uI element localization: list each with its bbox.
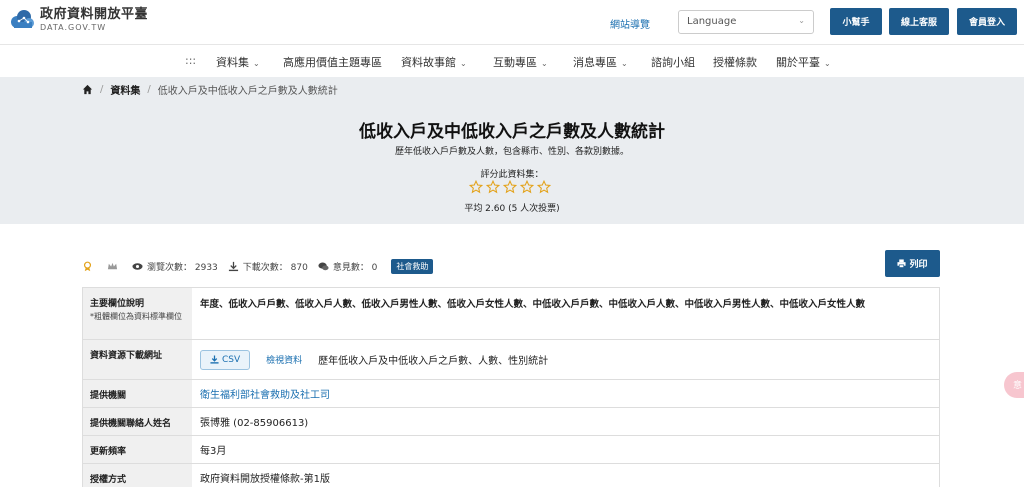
nav-item-label: 高應用價值主題專區 [283, 56, 382, 69]
download-icon [228, 261, 238, 271]
star-icon[interactable] [486, 180, 500, 194]
row-cell: CSV 檢視資料 歷年低收入戶及中低收入戶之戶數、人數、性別統計 [192, 340, 940, 379]
printer-icon [897, 259, 907, 268]
fields-note: *粗體欄位為資料標準欄位 [90, 312, 182, 321]
dataset-info-table: 主要欄位說明 *粗體欄位為資料標準欄位 年度、低收入戶戶數、低收入戶人數、低收入… [82, 287, 940, 487]
row-header: 主要欄位說明 *粗體欄位為資料標準欄位 [82, 288, 192, 339]
breadcrumb-separator: / [100, 84, 104, 95]
chevron-down-icon: ⌄ [621, 59, 628, 68]
cloud-logo-icon [11, 10, 34, 28]
site-logo[interactable]: 政府資料開放平臺 DATA.GOV.TW [8, 6, 148, 34]
chevron-down-icon: ⌄ [541, 59, 548, 68]
menu-grid-icon[interactable]: ::: [185, 54, 196, 67]
member-login-button[interactable]: 會員登入 [957, 8, 1017, 35]
download-icon [210, 355, 219, 364]
chevron-down-icon: ⌄ [798, 16, 805, 25]
provider-header: 提供機關 [82, 380, 192, 407]
online-service-button[interactable]: 線上客服 [889, 8, 949, 35]
provider-link[interactable]: 衛生福利部社會救助及社工司 [200, 386, 330, 401]
nav-item-label: 關於平臺 [776, 56, 820, 69]
table-row: 主要欄位說明 *粗體欄位為資料標準欄位 年度、低收入戶戶數、低收入戶人數、低收入… [82, 288, 940, 340]
comments-icon [318, 262, 329, 270]
print-label: 列印 [909, 260, 928, 270]
dataset-description: 歷年低收入戶戶數及人數，包含縣市、性別、各款別數據。 [394, 147, 629, 157]
download-description: 歷年低收入戶及中低收入戶之戶數、人數、性別統計 [318, 356, 549, 367]
helper-button[interactable]: 小幫手 [830, 8, 882, 35]
fields-header: 主要欄位說明 [90, 299, 145, 309]
nav-item-label: 諮詢小組 [651, 56, 695, 69]
table-row: 更新頻率 每3月 [82, 436, 940, 464]
sitemap-link[interactable]: 網站導覽 [610, 16, 650, 31]
nav-item-license[interactable]: 授權條款 [713, 54, 757, 70]
rating-average: 平均 2.60 (5 人次投票) [464, 204, 560, 214]
nav-item-label: 資料故事館 [401, 56, 456, 69]
nav-item-label: 互動專區 [493, 56, 537, 69]
breadcrumb-separator: / [147, 84, 151, 95]
csv-label: CSV [222, 354, 241, 365]
table-row: 資料資源下載網址 CSV 檢視資料 歷年低收入戶及中低收入戶之戶數、人數、性別統… [82, 340, 940, 380]
row-cell: 衛生福利部社會救助及社工司 [192, 380, 940, 407]
dataset-stats: 瀏覽次數： 2933 下載次數： 870 意見數： 0 社會救助 [82, 258, 434, 274]
download-header: 資料資源下載網址 [82, 340, 192, 379]
print-button[interactable]: 列印 [885, 250, 940, 277]
nav-item-news[interactable]: 消息專區 ⌄ [573, 54, 628, 70]
crown-icon [107, 262, 118, 269]
logo-title: 政府資料開放平臺 [40, 7, 149, 22]
nav-item-datasets[interactable]: 資料集 ⌄ [216, 54, 260, 70]
category-tag[interactable]: 社會救助 [391, 258, 434, 274]
license-value: 政府資料開放授權條款-第1版 [192, 464, 940, 487]
view-count: 瀏覽次數： 2933 [147, 262, 218, 273]
language-select-value: Language [687, 16, 737, 27]
frequency-header: 更新頻率 [82, 436, 192, 463]
nav-item-label: 消息專區 [573, 56, 617, 69]
star-icon[interactable] [469, 180, 483, 194]
nav-item-label: 授權條款 [713, 56, 757, 69]
breadcrumb-current: 低收入戶及中低收入戶之戶數及人數統計 [157, 86, 338, 97]
breadcrumb: / 資料集 / 低收入戶及中低收入戶之戶數及人數統計 [82, 82, 338, 97]
nav-item-data-stories[interactable]: 資料故事館 ⌄ [401, 54, 467, 70]
site-header: 政府資料開放平臺 DATA.GOV.TW 網站導覽 Language ⌄ 小幫手… [0, 0, 1024, 44]
rating-stars [469, 180, 554, 194]
contact-header: 提供機關聯絡人姓名 [82, 408, 192, 435]
preview-data-link[interactable]: 檢視資料 [266, 353, 302, 366]
frequency-value: 每3月 [192, 436, 940, 463]
chevron-down-icon: ⌄ [460, 59, 467, 68]
nav-item-interactive[interactable]: 互動專區 ⌄ [493, 54, 548, 70]
table-row: 提供機關聯絡人姓名 張博雅 (02-85906613) [82, 408, 940, 436]
nav-item-advisory[interactable]: 諮詢小組 [651, 54, 695, 70]
comment-count: 意見數： 0 [332, 262, 378, 273]
star-icon[interactable] [503, 180, 517, 194]
license-header: 授權方式 [82, 464, 192, 487]
chevron-down-icon: ⌄ [824, 59, 831, 68]
star-icon[interactable] [520, 180, 534, 194]
main-nav: ::: 資料集 ⌄ 高應用價值主題專區 資料故事館 ⌄ 互動專區 ⌄ 消息專區 ⌄ 諮詢… [0, 44, 1024, 77]
feedback-tab[interactable]: 意 [1004, 372, 1024, 398]
nav-item-label: 資料集 [216, 56, 249, 69]
dataset-hero: / 資料集 / 低收入戶及中低收入戶之戶數及人數統計 低收入戶及中低收入戶之戶數… [0, 77, 1024, 224]
logo-subtitle: DATA.GOV.TW [40, 23, 107, 32]
breadcrumb-datasets[interactable]: 資料集 [110, 82, 140, 97]
home-icon[interactable] [82, 84, 93, 95]
nav-item-about[interactable]: 關於平臺 ⌄ [776, 54, 831, 70]
table-row: 提供機關 衛生福利部社會救助及社工司 [82, 380, 940, 408]
language-select[interactable]: Language ⌄ [678, 10, 814, 34]
nav-item-high-value[interactable]: 高應用價值主題專區 [283, 54, 382, 70]
eye-icon [132, 262, 143, 270]
rating-label: 評分此資料集： [480, 170, 544, 180]
table-row: 授權方式 政府資料開放授權條款-第1版 [82, 464, 940, 487]
chevron-down-icon: ⌄ [253, 59, 260, 68]
contact-value: 張博雅 (02-85906613) [192, 408, 940, 435]
award-icon [83, 261, 92, 271]
fields-value: 年度、低收入戶戶數、低收入戶人數、低收入戶男性人數、低收入戶女性人數、中低收入戶… [192, 288, 940, 339]
page-title: 低收入戶及中低收入戶之戶數及人數統計 [359, 122, 665, 142]
csv-download-button[interactable]: CSV [200, 349, 251, 370]
download-count: 下載次數： 870 [242, 262, 308, 273]
star-icon[interactable] [537, 180, 551, 194]
